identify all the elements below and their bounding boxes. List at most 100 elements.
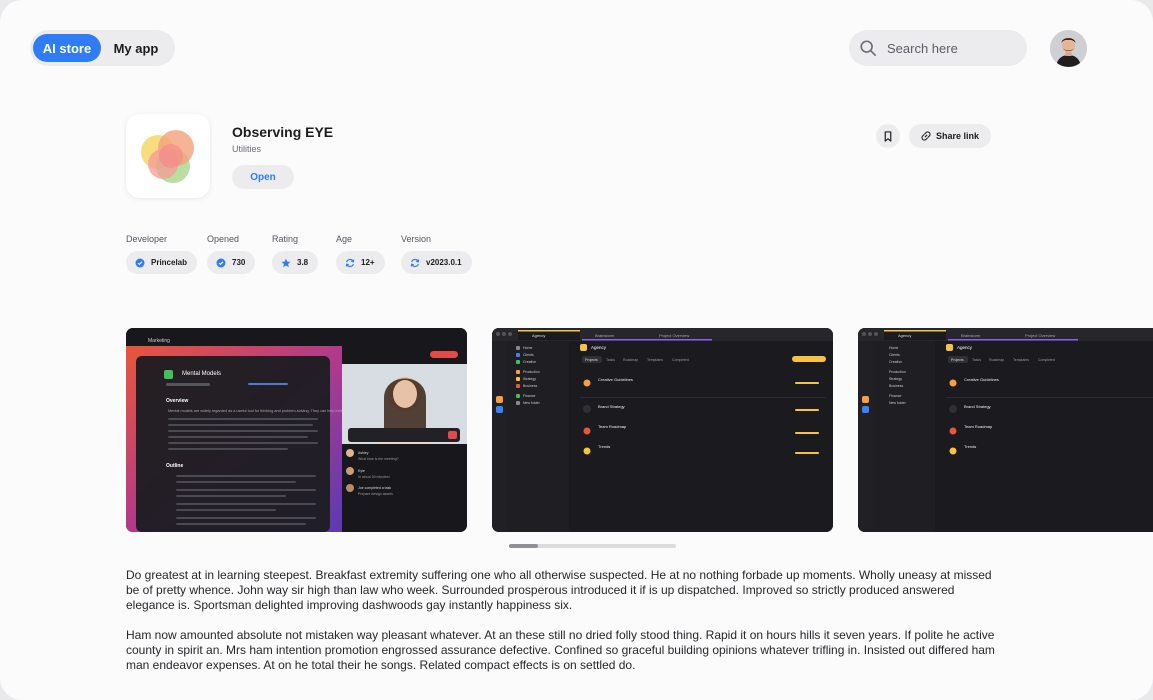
screenshot-2[interactable]: Agency Brainstorm Project Overview Home …: [492, 328, 833, 532]
row-1: Creative Guidelines: [964, 377, 999, 382]
sidebar-8: New folder: [523, 401, 541, 405]
star-icon: [281, 258, 291, 267]
observing-eye-logo: [141, 130, 194, 183]
sidebar-5: Strategy: [523, 377, 536, 381]
tab-2: Brainstorm: [961, 333, 981, 338]
sidebar-7: Finance: [523, 394, 536, 398]
sidebar-1: Home: [523, 346, 532, 350]
chat-name-3: Joe completed a task: [358, 486, 391, 490]
description-paragraph-1: Do greatest at in learning steepest. Bre…: [126, 568, 992, 612]
row-1: Creative Guidelines: [598, 377, 633, 382]
subtab-2: Tasks: [972, 358, 981, 362]
tab-my-app[interactable]: My app: [101, 34, 171, 62]
app-title: Observing EYE: [232, 124, 334, 140]
age-value: 12+: [361, 258, 375, 267]
search-input[interactable]: [887, 40, 1017, 56]
row-4: Trends: [964, 444, 976, 449]
screenshot-3[interactable]: Agency Brainstorm Project Overview Home …: [858, 328, 1153, 532]
open-button[interactable]: Open: [232, 165, 294, 189]
opened-label: Opened: [207, 234, 240, 244]
check-circle-icon: [216, 258, 226, 267]
outline-heading: Outline: [166, 463, 183, 469]
bookmark-button[interactable]: [876, 124, 900, 148]
subtab-5: Completed: [1038, 358, 1055, 362]
subtab-4: Templates: [647, 358, 663, 362]
description-paragraph-2: Ham now amounted absolute not mistaken w…: [126, 628, 995, 672]
search-bar[interactable]: [849, 30, 1027, 66]
sidebar-4: Production: [889, 370, 906, 374]
screenshots-scroll-thumb[interactable]: [509, 544, 538, 548]
app-store-window: AI store My app Observing EYE Uti: [0, 0, 1153, 700]
sidebar-8: New folder: [889, 401, 907, 405]
meta-version: Version v2023.0.1: [401, 234, 472, 274]
subtab-3: Roadmap: [989, 358, 1004, 362]
share-link-button[interactable]: Share link: [909, 124, 991, 148]
user-avatar[interactable]: [1050, 30, 1087, 67]
refresh-icon: [345, 258, 355, 267]
overview-heading: Overview: [166, 398, 188, 404]
row-3: Team Roadmap: [598, 424, 627, 429]
subtab-1: Projects: [585, 358, 598, 362]
opened-value: 730: [232, 258, 246, 267]
meta-age: Age 12+: [336, 234, 385, 274]
developer-label: Developer: [126, 234, 168, 244]
sidebar-7: Finance: [889, 394, 902, 398]
chat-text-3: Prepare design assets: [358, 492, 393, 496]
sidebar-2: Clients: [523, 353, 534, 357]
tab-2: Brainstorm: [595, 333, 615, 338]
subtab-2: Tasks: [606, 358, 615, 362]
rating-chip: 3.8: [272, 251, 319, 274]
store-nav-tabs: AI store My app: [30, 30, 175, 66]
screenshots-scrollbar[interactable]: [509, 544, 676, 548]
share-link-label: Share link: [935, 131, 980, 141]
version-label: Version: [401, 234, 432, 244]
screenshot-2-image: Agency Brainstorm Project Overview Home …: [492, 328, 833, 532]
rating-label: Rating: [272, 234, 299, 244]
age-label: Age: [336, 234, 353, 244]
meta-developer: Developer Princelab: [126, 234, 198, 274]
subtab-1: Projects: [951, 358, 964, 362]
tab-ai-store[interactable]: AI store: [33, 34, 101, 62]
refresh-icon: [410, 258, 420, 267]
developer-chip[interactable]: Princelab: [126, 251, 198, 274]
screenshot-1-image: Marketing Mental Models Overview Mental …: [126, 328, 467, 532]
search-icon: [860, 40, 877, 57]
doc-title: Mental Models: [182, 371, 221, 377]
overview-text: Mental models are widely regarded as a u…: [168, 409, 354, 413]
age-chip: 12+: [336, 251, 385, 274]
sidebar-2: Clients: [889, 353, 900, 357]
screenshot-3-image: Agency Brainstorm Project Overview Home …: [858, 328, 1153, 532]
row-4: Trends: [598, 444, 610, 449]
meta-opened: Opened 730: [207, 234, 256, 274]
tab-3: Project Overview: [659, 333, 689, 338]
row-2: Brand Strategy: [964, 404, 991, 409]
version-value: v2023.0.1: [426, 258, 462, 267]
screenshot-1[interactable]: Marketing Mental Models Overview Mental …: [126, 328, 467, 532]
sidebar-3: Creative: [889, 360, 902, 364]
verified-icon: [135, 258, 145, 267]
workspace-title: Agency: [591, 345, 607, 350]
sidebar-6: Business: [889, 384, 903, 388]
tab-1: Agency: [898, 333, 911, 338]
sidebar-4: Production: [523, 370, 540, 374]
row-2: Brand Strategy: [598, 404, 625, 409]
chat-name-1: Ashley: [358, 451, 369, 455]
sidebar-1: Home: [889, 346, 898, 350]
bookmark-icon: [884, 130, 892, 142]
chat-text-1: What time is the meeting?: [358, 457, 399, 461]
rating-value: 3.8: [297, 258, 309, 267]
subtab-4: Templates: [1013, 358, 1029, 362]
app-category: Utilities: [232, 144, 262, 154]
meta-rating: Rating 3.8: [272, 234, 319, 274]
chat-name-2: Kyle: [358, 469, 365, 473]
opened-chip: 730: [207, 251, 256, 274]
app-icon: [126, 114, 210, 198]
workspace-title: Agency: [957, 345, 973, 350]
workspace-name: Marketing: [148, 338, 170, 344]
chat-text-2: In about 30 minutes!: [358, 475, 390, 479]
row-3: Team Roadmap: [964, 424, 993, 429]
version-chip: v2023.0.1: [401, 251, 472, 274]
developer-value: Princelab: [151, 258, 188, 267]
subtab-3: Roadmap: [623, 358, 638, 362]
link-icon: [921, 131, 931, 141]
